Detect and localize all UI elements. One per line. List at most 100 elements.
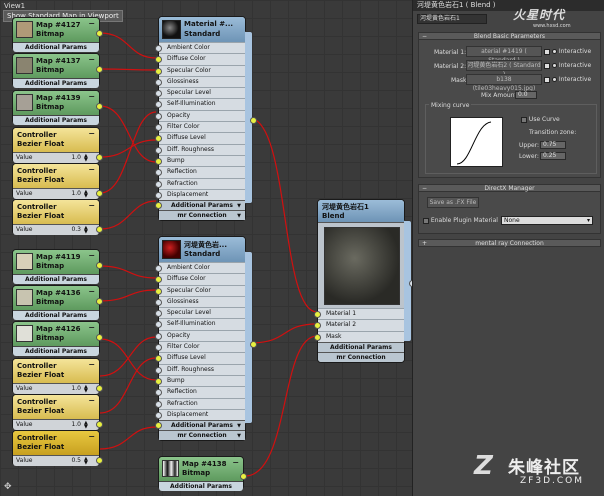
input-socket[interactable] [155,191,162,199]
value-field[interactable]: 1.0 [71,153,81,163]
material1-interactive-radio[interactable] [551,49,557,54]
spinner-icon[interactable]: ▲ ▼ [84,190,90,199]
output-socket[interactable] [96,421,103,428]
collapse-icon[interactable]: − [88,432,95,441]
collapse-icon[interactable]: − [88,165,95,174]
input-socket[interactable] [155,56,162,64]
mr-connection-footer[interactable]: mr Connection [318,351,404,362]
input-socket[interactable] [155,124,162,132]
collapse-icon[interactable]: − [88,287,95,296]
slot-specular-color[interactable]: Specular Color [155,284,245,296]
material1-button[interactable]: aterial #1419 ( Standard ) [466,46,542,64]
value-field[interactable]: 1.0 [71,420,81,430]
mask-checkbox[interactable] [544,76,550,83]
output-socket[interactable] [250,341,257,348]
additional-params-footer[interactable]: Additional Params [318,341,404,352]
input-socket[interactable] [155,112,162,120]
output-socket[interactable] [96,226,103,233]
material2-checkbox[interactable] [544,62,550,69]
slot-filter-color[interactable]: Filter Color [155,121,245,133]
spinner-icon[interactable]: ▲ ▼ [84,457,90,466]
map-node[interactable]: Map #4139 Bitmap − Additional Params [12,90,103,125]
additional-params-footer[interactable]: Additional Params [13,274,99,284]
input-socket[interactable] [155,78,162,86]
mental-ray-connection-header[interactable]: + mental ray Connection [418,239,601,247]
viewport-title[interactable]: View1 [4,2,25,10]
output-socket[interactable] [96,154,103,161]
expand-icon[interactable]: ▼ [237,431,241,441]
slot-opacity[interactable]: Opacity [155,109,245,122]
additional-params-footer[interactable]: Additional Params [13,115,99,125]
collapse-icon[interactable]: − [232,458,239,467]
output-socket[interactable] [240,473,247,480]
mix-amount-field[interactable]: 0.0 [515,91,537,99]
collapse-icon[interactable]: − [88,360,95,369]
slot-glossiness[interactable]: Glossiness [155,295,245,308]
input-socket[interactable] [155,287,162,295]
input-socket[interactable] [155,321,162,329]
input-socket[interactable] [155,411,162,419]
collapse-icon[interactable]: − [88,396,95,405]
input-socket[interactable] [155,389,162,397]
slot-mask[interactable]: Mask [314,330,404,342]
schematic-viewport[interactable]: View1 Show Standard Map in Viewport Map … [0,0,412,496]
input-socket[interactable] [155,90,162,98]
value-field[interactable]: 0.3 [71,225,81,235]
slot-ambient-color[interactable]: Ambient Color [155,42,245,54]
input-socket[interactable] [155,366,162,374]
mr-connection-footer[interactable]: mr Connection ▼ [159,210,245,221]
slot-reflection[interactable]: Reflection [155,386,245,398]
slot-glossiness[interactable]: Glossiness [155,75,245,88]
spinner-icon[interactable]: ▲ ▼ [84,154,90,163]
input-socket[interactable] [155,377,162,385]
mask-button[interactable]: b138 (tile03heavy015.jpg) [466,74,542,92]
expand-icon[interactable]: ▼ [237,211,241,221]
slot-specular-level[interactable]: Specular Level [155,87,245,99]
collapse-icon[interactable]: − [88,251,95,260]
additional-params-footer[interactable]: Additional Params [159,481,243,491]
output-socket[interactable] [96,457,103,464]
input-socket[interactable] [155,180,162,188]
material1-checkbox[interactable] [544,48,550,55]
material-name-field[interactable]: 河堤黄色岩石1 [417,14,487,24]
controller-node[interactable]: Controller Bezier Float − Value 1.0 ▲ ▼ [12,394,103,430]
use-curve-checkbox[interactable] [521,116,527,123]
blend-basic-parameters-header[interactable]: − Blend Basic Parameters [418,32,601,40]
slot-specular-color[interactable]: Specular Color [155,64,245,76]
slot-displacement[interactable]: Displacement [155,408,245,421]
slot-ambient-color[interactable]: Ambient Color [155,262,245,274]
additional-params-footer[interactable]: Additional Params [13,42,99,52]
output-socket[interactable] [96,30,103,37]
output-socket[interactable] [96,262,103,269]
upper-field[interactable]: 0.75 [540,141,566,149]
additional-params-footer[interactable]: Additional Params ▼ [155,420,245,431]
value-field[interactable]: 0.5 [71,456,81,466]
collapse-icon[interactable]: − [88,19,95,28]
slot-reflection[interactable]: Reflection [155,166,245,178]
output-socket[interactable] [96,66,103,73]
input-socket[interactable] [155,45,162,52]
controller-node[interactable]: Controller Bezier Float − Value 0.5 ▲ ▼ [12,430,103,466]
lower-field[interactable]: 0.25 [540,152,566,160]
save-fx-button[interactable]: Save as .FX File [427,197,479,208]
collapse-icon[interactable]: − [88,129,95,138]
input-socket[interactable] [314,311,321,318]
slot-diffuse-level[interactable]: Diffuse Level [155,352,245,364]
value-field[interactable]: 1.0 [71,189,81,199]
value-field[interactable]: 1.0 [71,384,81,394]
input-socket[interactable] [155,67,162,75]
output-socket[interactable] [96,190,103,197]
output-socket[interactable] [250,117,257,124]
slot-diff-roughness[interactable]: Diff. Roughness [155,143,245,155]
map-node[interactable]: Map #4137 Bitmap − Additional Params [12,53,103,88]
spinner-icon[interactable]: ▲ ▼ [84,421,90,430]
input-socket[interactable] [155,298,162,306]
slot-diffuse-color[interactable]: Diffuse Color [155,273,245,285]
additional-params-footer[interactable]: Additional Params ▼ [155,200,245,211]
material2-button[interactable]: 河堤黄色岩石2 ( Standard ) [466,60,542,78]
mask-interactive-radio[interactable] [551,77,557,82]
input-socket[interactable] [155,146,162,154]
map-node[interactable]: Map #4136 Bitmap − Additional Params [12,285,103,320]
slot-material-2[interactable]: Material 2 [314,319,404,331]
input-socket[interactable] [155,135,162,143]
